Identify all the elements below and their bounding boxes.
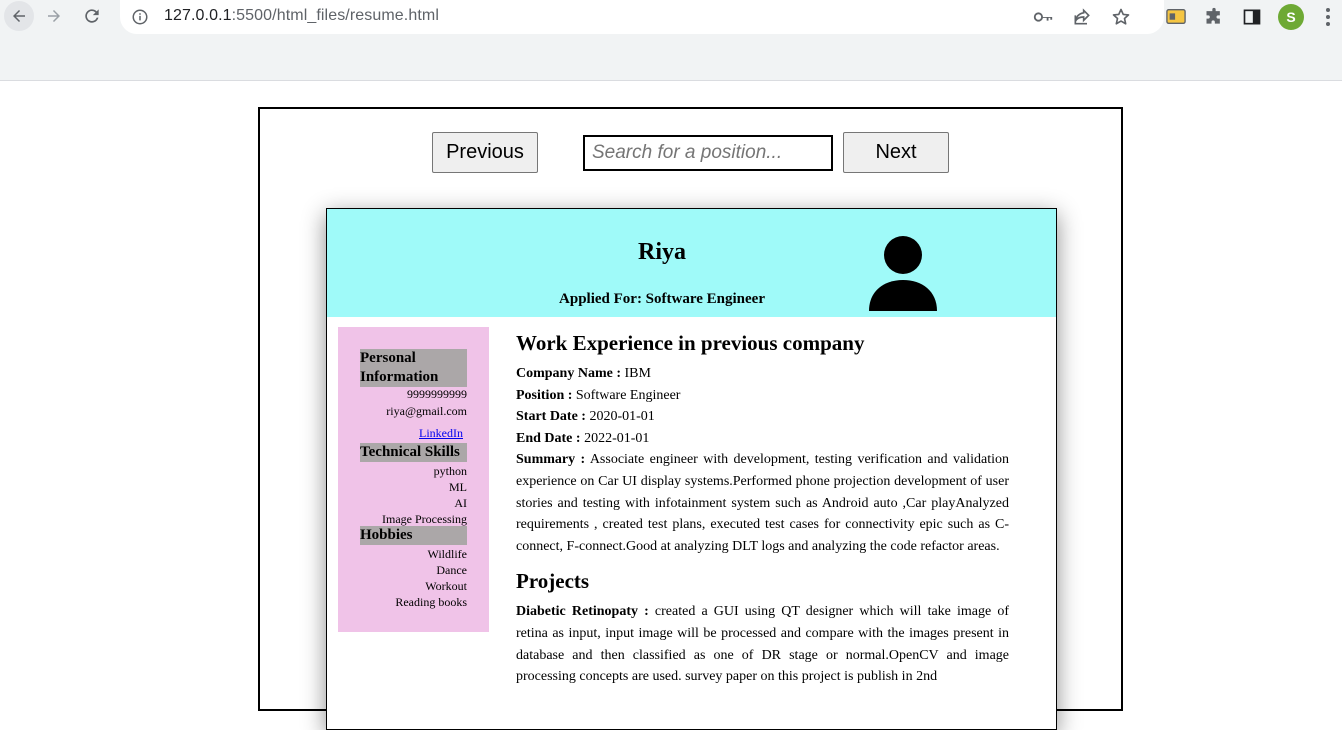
resume-sidebar: Personal Information 9999999999 riya@gma…	[338, 327, 489, 632]
end-date-label: End Date :	[516, 430, 581, 446]
position-value: Software Engineer	[575, 387, 681, 403]
share-icon[interactable]	[1071, 6, 1093, 28]
browser-toolbar: 127.0.0.1:5500/html_files/resume.html S	[0, 0, 1342, 81]
end-date-row: End Date : 2022-01-01	[516, 428, 1009, 450]
browser-menu-icon[interactable]	[1318, 5, 1338, 29]
start-date-value: 2020-01-01	[589, 409, 655, 425]
forward-button[interactable]	[42, 4, 66, 28]
summary-row: Summary : Associate engineer with develo…	[516, 449, 1009, 557]
back-arrow-icon	[13, 10, 25, 22]
resume-main: Work Experience in previous company Comp…	[516, 329, 1009, 688]
person-avatar-icon	[869, 236, 937, 311]
project-row: Diabetic Retinopaty : created a GUI usin…	[516, 601, 1009, 687]
start-date-row: Start Date : 2020-01-01	[516, 406, 1009, 428]
skill-item: AI	[454, 496, 467, 510]
previous-button[interactable]: Previous	[432, 132, 538, 173]
resume-header: Riya Applied For: Software Engineer	[327, 209, 1056, 317]
reload-icon	[85, 9, 99, 23]
projects-heading: Projects	[516, 569, 590, 594]
email-address: riya@gmail.com	[386, 404, 467, 418]
password-key-icon[interactable]	[1032, 6, 1054, 28]
hobbies-heading: Hobbies	[360, 526, 467, 545]
forward-arrow-icon	[48, 10, 60, 22]
profile-avatar[interactable]: S	[1278, 4, 1304, 30]
bookmark-star-icon[interactable]	[1110, 6, 1132, 28]
url-host: 127.0.0.1	[164, 7, 232, 24]
skill-item: ML	[449, 480, 467, 494]
company-value: IBM	[624, 366, 651, 381]
skill-item: python	[433, 464, 467, 478]
back-button[interactable]	[4, 1, 34, 31]
skill-item: Image Processing	[382, 512, 467, 526]
page-frame: Previous Next Riya Applied For: Software…	[258, 107, 1123, 730]
resume-card: Riya Applied For: Software Engineer Pers…	[326, 208, 1057, 730]
hobby-item: Dance	[436, 563, 467, 577]
project-label: Diabetic Retinopaty :	[516, 604, 649, 620]
position-label: Position :	[516, 387, 573, 403]
side-panel-icon[interactable]	[1240, 5, 1264, 29]
linkedin-link[interactable]: LinkedIn	[419, 426, 463, 441]
summary-label: Summary :	[516, 452, 586, 468]
company-label: Company Name :	[516, 366, 621, 381]
url-text[interactable]: 127.0.0.1:5500/html_files/resume.html	[164, 7, 439, 25]
hobby-item: Workout	[425, 579, 467, 593]
position-row: Position : Software Engineer	[516, 385, 1009, 407]
phone-number: 9999999999	[407, 387, 467, 401]
extensions-puzzle-icon[interactable]	[1202, 5, 1226, 29]
url-path: :5500/html_files/resume.html	[231, 7, 439, 24]
next-button[interactable]: Next	[843, 132, 949, 173]
end-date-value: 2022-01-01	[584, 430, 650, 446]
technical-skills-heading: Technical Skills	[360, 443, 467, 462]
personal-info-heading: Personal Information	[360, 349, 467, 387]
extension-badge-icon[interactable]	[1164, 5, 1188, 29]
site-info-icon[interactable]	[131, 8, 149, 26]
position-search-input[interactable]	[583, 135, 833, 171]
address-bar[interactable]: 127.0.0.1:5500/html_files/resume.html	[120, 0, 1164, 34]
hobby-item: Wildlife	[427, 547, 467, 561]
summary-text: Associate engineer with development, tes…	[516, 452, 1009, 554]
hobby-item: Reading books	[395, 595, 467, 609]
company-row: Company Name : IBM	[516, 363, 1009, 385]
start-date-label: Start Date :	[516, 409, 586, 425]
work-experience-heading: Work Experience in previous company	[516, 331, 865, 355]
reload-button[interactable]	[80, 4, 104, 28]
